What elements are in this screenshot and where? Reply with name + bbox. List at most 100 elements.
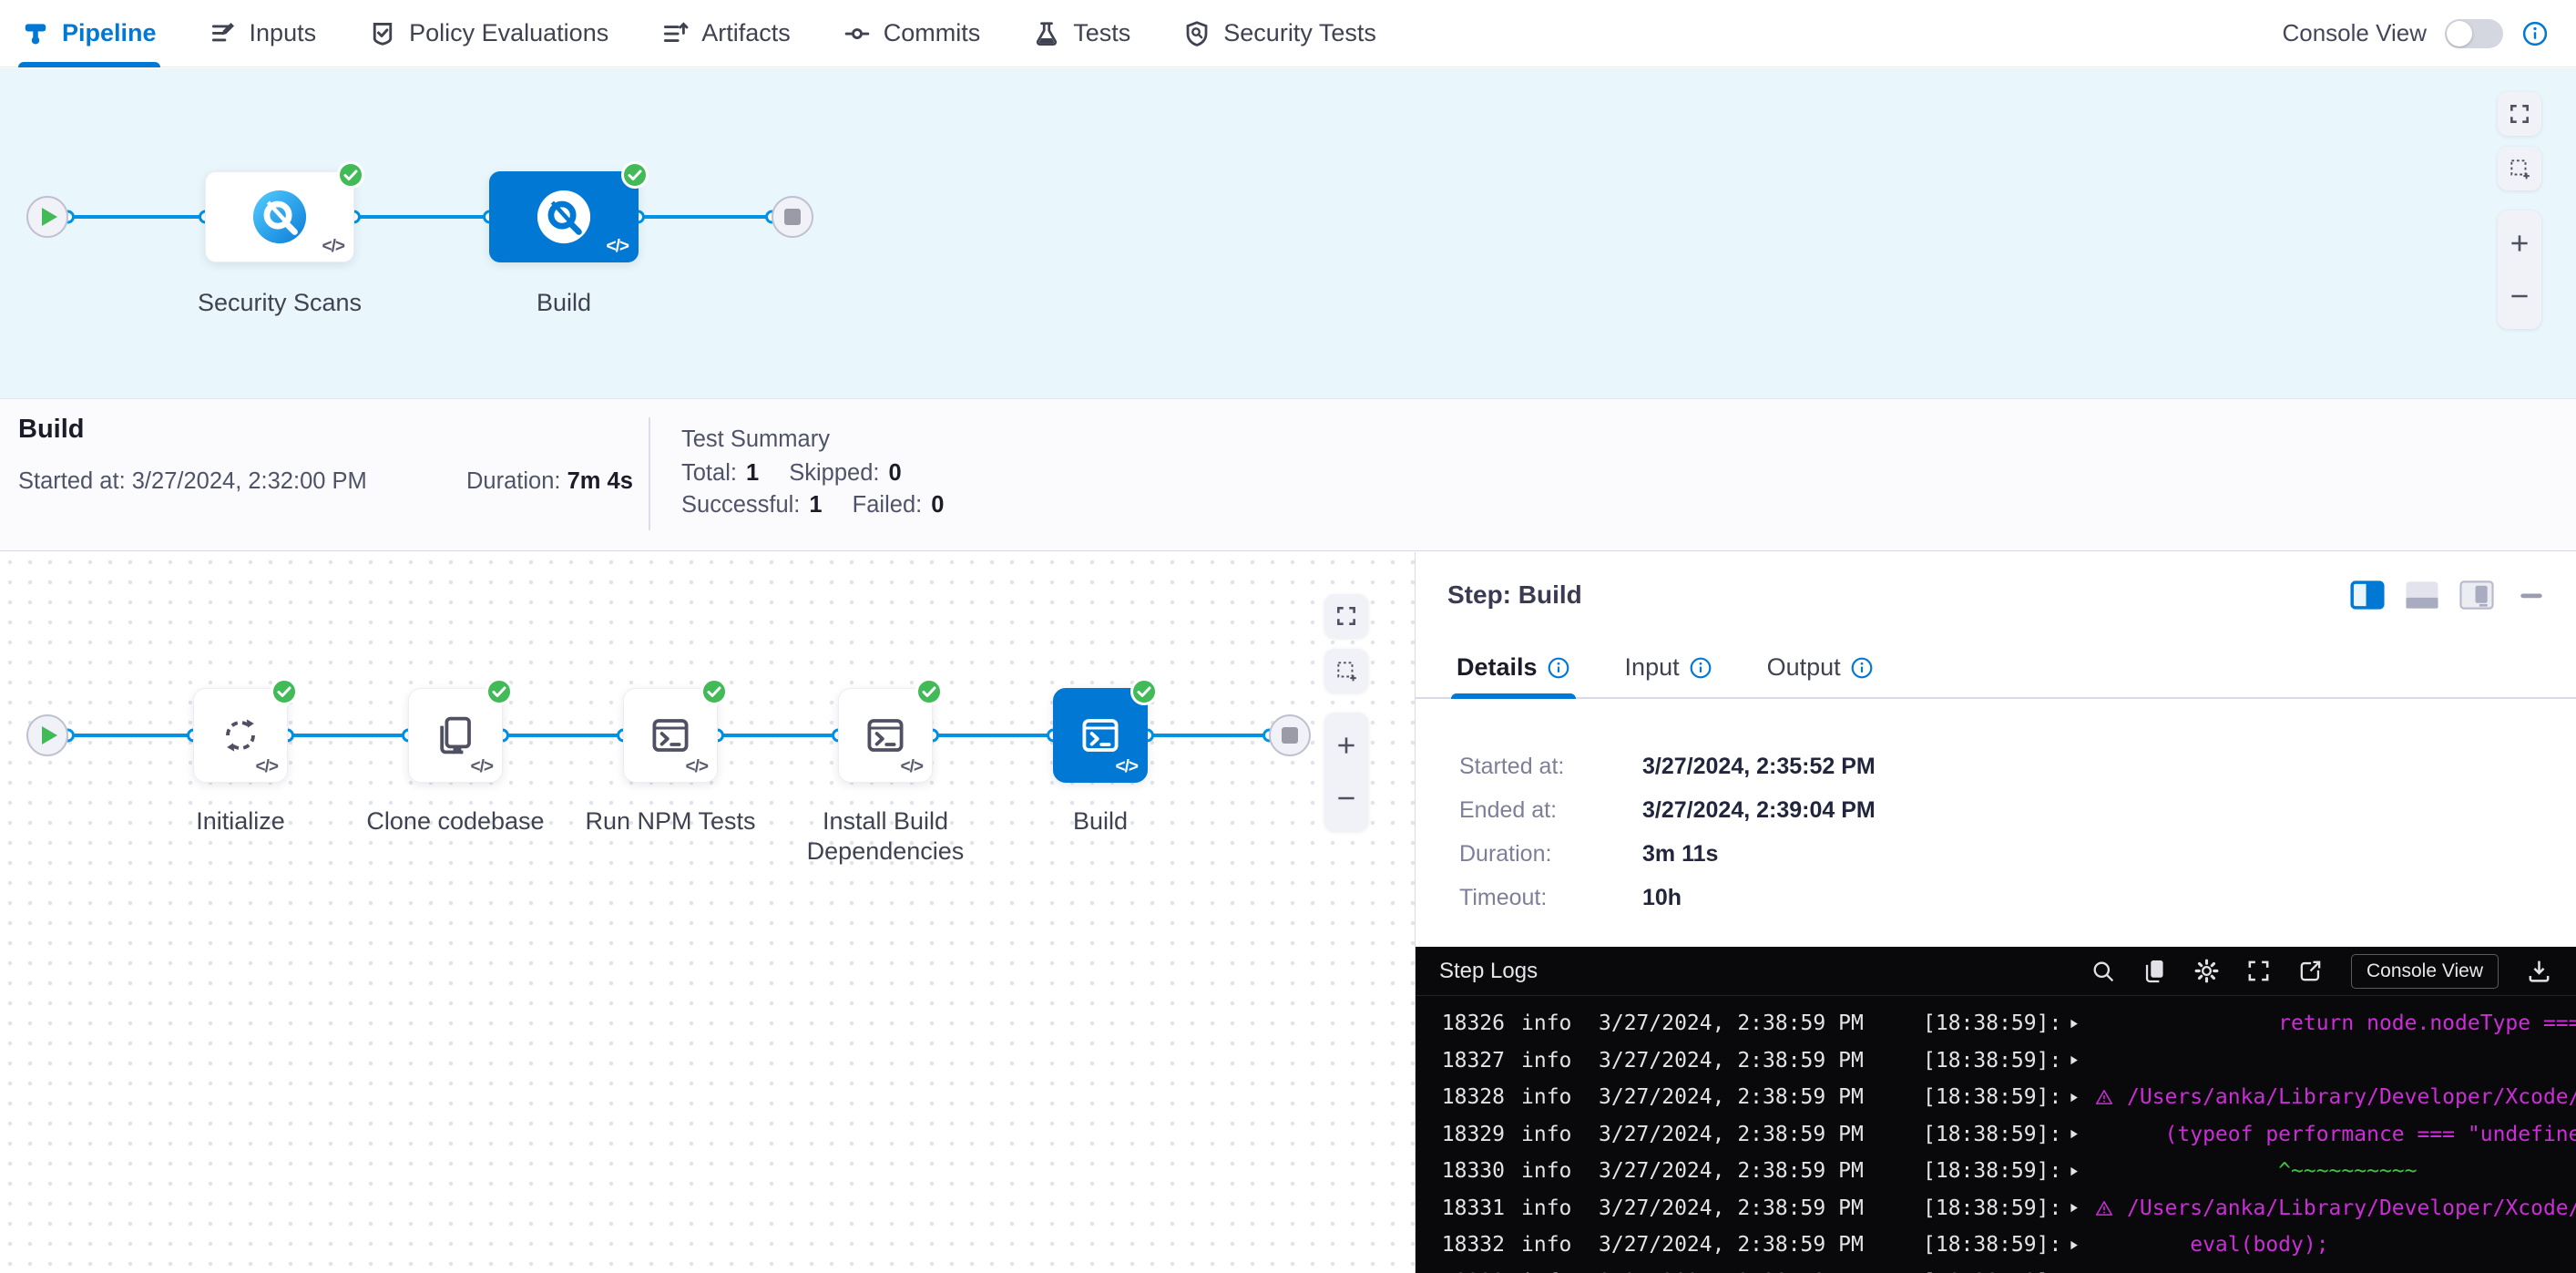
tab-tests[interactable]: Tests <box>1033 0 1130 67</box>
info-icon[interactable] <box>1850 656 1874 680</box>
detail-row: Ended at: 3/27/2024, 2:39:04 PM <box>1459 797 2576 824</box>
nav-tab-label: Policy Evaluations <box>409 19 608 47</box>
expand-arrow-icon[interactable] <box>2067 1190 2094 1227</box>
tab-inputs[interactable]: Inputs <box>210 0 317 67</box>
nav-right: Console View <box>2282 19 2549 48</box>
play-icon <box>42 726 57 744</box>
stage-node-build: </> Build <box>489 171 639 262</box>
zoom-out-button[interactable] <box>1324 775 1368 822</box>
detail-value: 3m 11s <box>1642 841 1718 867</box>
expand-arrow-icon[interactable] <box>2067 1153 2094 1190</box>
node-card[interactable]: </> <box>408 688 503 783</box>
step-node-initialize: </> Initialize <box>193 688 288 783</box>
warning-icon <box>2094 1079 2127 1116</box>
log-row: 18327 info 3/27/2024, 2:38:59 PM [18:38:… <box>1416 1042 2576 1080</box>
panel-tab-label: Details <box>1457 653 1538 682</box>
ci-stage-icon <box>536 189 592 245</box>
terminal-icon <box>1078 713 1122 757</box>
step-canvas-controls <box>1324 594 1368 831</box>
marquee-select-button[interactable] <box>2498 147 2541 190</box>
expand-arrow-icon[interactable] <box>2067 1264 2094 1273</box>
node-card[interactable]: </> <box>623 688 718 783</box>
expand-arrow-icon[interactable] <box>2067 1227 2094 1264</box>
divider <box>649 417 650 530</box>
detail-value: 3/27/2024, 2:39:04 PM <box>1642 797 1876 824</box>
node-card[interactable]: </> <box>1053 688 1148 783</box>
code-badge: </> <box>256 757 278 777</box>
connector-line <box>354 215 489 219</box>
zoom-in-button[interactable] <box>2498 220 2541 267</box>
tab-output[interactable]: Output <box>1767 638 1874 697</box>
log-time: [18:38:59]: <box>1923 1005 2067 1042</box>
layout-bottom-icon[interactable] <box>2405 580 2439 611</box>
node-label: Install Build Dependencies <box>785 806 986 867</box>
log-date: 3/27/2024, 2:38:59 PM <box>1599 1227 1923 1264</box>
log-row: 18333 info 3/27/2024, 2:38:59 PM [18:38:… <box>1416 1264 2576 1273</box>
test-summary-row: Total:1 Skipped:0 <box>681 460 967 487</box>
success-check-icon <box>700 677 729 706</box>
copy-icon[interactable] <box>2142 958 2168 984</box>
terminal-icon <box>864 713 907 757</box>
log-date: 3/27/2024, 2:38:59 PM <box>1599 1153 1923 1190</box>
console-view-button[interactable]: Console View <box>2351 954 2499 989</box>
nav-tab-label: Tests <box>1073 19 1130 47</box>
node-card[interactable]: </> <box>193 688 288 783</box>
tab-input[interactable]: Input <box>1625 638 1712 697</box>
console-view-toggle[interactable] <box>2445 19 2503 48</box>
expand-arrow-icon[interactable] <box>2067 1042 2094 1080</box>
download-logs-icon[interactable] <box>2526 958 2552 984</box>
settings-gear-icon[interactable] <box>2193 958 2220 984</box>
fullscreen-icon[interactable] <box>2245 958 2272 984</box>
tab-pipeline[interactable]: Pipeline <box>22 0 157 67</box>
marquee-select-button[interactable] <box>1324 649 1368 693</box>
detail-label: Ended at: <box>1459 797 1642 824</box>
nav-tab-label: Inputs <box>250 19 317 47</box>
log-message: eval(body); <box>2127 1227 2576 1264</box>
log-level: info <box>1505 1079 1599 1116</box>
connector-line <box>68 734 193 737</box>
log-date: 3/27/2024, 2:38:59 PM <box>1599 1190 1923 1227</box>
step-details: Started at: 3/27/2024, 2:35:52 PM Ended … <box>1416 699 2576 911</box>
info-icon[interactable] <box>1689 656 1712 680</box>
expand-arrow-icon[interactable] <box>2067 1005 2094 1042</box>
node-card[interactable]: </> <box>838 688 933 783</box>
layout-floating-icon[interactable] <box>2459 580 2494 611</box>
log-line-number: 18328 <box>1441 1079 1505 1116</box>
node-label: Run NPM Tests <box>570 806 771 837</box>
log-level: info <box>1505 1153 1599 1190</box>
open-external-icon[interactable] <box>2297 958 2324 984</box>
node-card[interactable]: </> <box>205 171 354 262</box>
node-card[interactable]: </> <box>489 171 639 262</box>
total-value: 1 <box>746 460 759 486</box>
artifacts-icon <box>661 20 689 47</box>
fullscreen-button[interactable] <box>1324 594 1368 638</box>
tab-policy-evaluations[interactable]: Policy Evaluations <box>369 0 608 67</box>
log-message: ^~~~~~~~~~~ <box>2127 1153 2576 1190</box>
tab-details[interactable]: Details <box>1457 638 1570 697</box>
tab-commits[interactable]: Commits <box>843 0 981 67</box>
layout-right-icon[interactable] <box>2350 580 2385 611</box>
info-icon[interactable] <box>1547 656 1570 680</box>
fullscreen-button[interactable] <box>2498 92 2541 136</box>
successful-label: Successful: <box>681 492 800 518</box>
expand-arrow-icon[interactable] <box>2067 1116 2094 1154</box>
zoom-out-button[interactable] <box>2498 272 2541 320</box>
graph-end-node <box>1269 714 1311 756</box>
expand-arrow-icon[interactable] <box>2067 1079 2094 1116</box>
log-line-number: 18331 <box>1441 1190 1505 1227</box>
step-node-install-build-dependencies: </> Install Build Dependencies <box>838 688 933 783</box>
detail-label: Started at: <box>1459 754 1642 780</box>
minimize-panel-icon[interactable] <box>2514 580 2549 611</box>
step-node-clone-codebase: </> Clone codebase <box>408 688 503 783</box>
detail-label: Duration: <box>1459 841 1642 867</box>
tab-artifacts[interactable]: Artifacts <box>661 0 791 67</box>
step-node-build: </> Build <box>1053 688 1148 783</box>
nav-tab-label: Artifacts <box>701 19 791 47</box>
search-icon[interactable] <box>2090 958 2116 984</box>
log-level: info <box>1505 1005 1599 1042</box>
info-icon[interactable] <box>2521 20 2549 47</box>
zoom-in-button[interactable] <box>1324 722 1368 769</box>
connector-line <box>288 734 408 737</box>
duration-label: Duration: <box>466 468 560 494</box>
tab-security-tests[interactable]: Security Tests <box>1183 0 1376 67</box>
